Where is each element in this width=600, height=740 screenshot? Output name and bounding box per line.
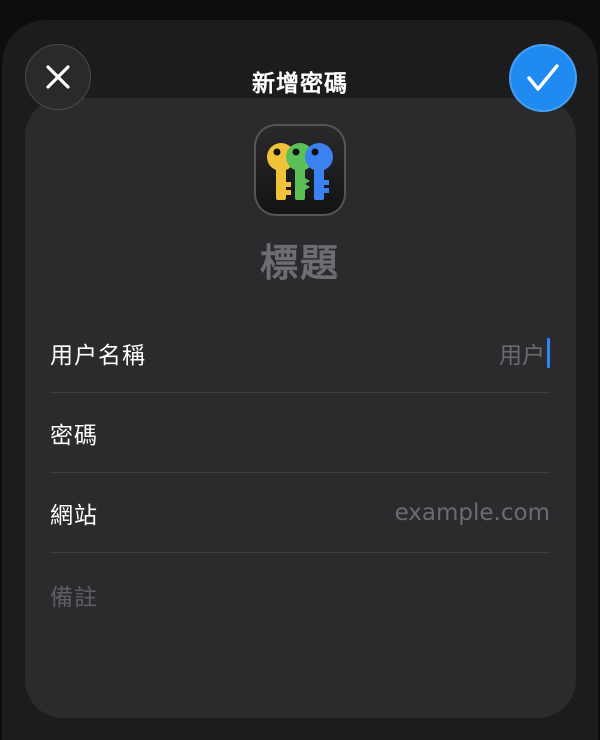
website-row[interactable]: 網站 example.com	[50, 473, 550, 553]
notes-field[interactable]: 備註	[50, 578, 98, 612]
username-label: 用户名稱	[50, 342, 146, 369]
website-input[interactable]: example.com	[395, 500, 550, 526]
keys-icon	[267, 143, 333, 200]
text-cursor	[547, 337, 550, 368]
item-title-field[interactable]: 標題	[2, 232, 598, 287]
page-title: 新增密碼	[252, 71, 348, 97]
username-value: 用户	[499, 342, 545, 369]
add-password-sheet: 新增密碼 標題 用户名稱 用户 密碼 網站 example.com 備註	[2, 20, 598, 740]
done-button[interactable]	[509, 44, 577, 112]
password-label: 密碼	[50, 422, 98, 449]
password-row[interactable]: 密碼	[50, 393, 550, 473]
keys-app-icon	[254, 124, 346, 216]
username-input[interactable]: 用户	[499, 336, 550, 370]
username-row[interactable]: 用户名稱 用户	[50, 313, 550, 393]
checkmark-icon	[527, 64, 559, 91]
website-label: 網站	[50, 502, 98, 529]
close-button[interactable]	[25, 44, 91, 110]
close-icon	[46, 65, 70, 89]
